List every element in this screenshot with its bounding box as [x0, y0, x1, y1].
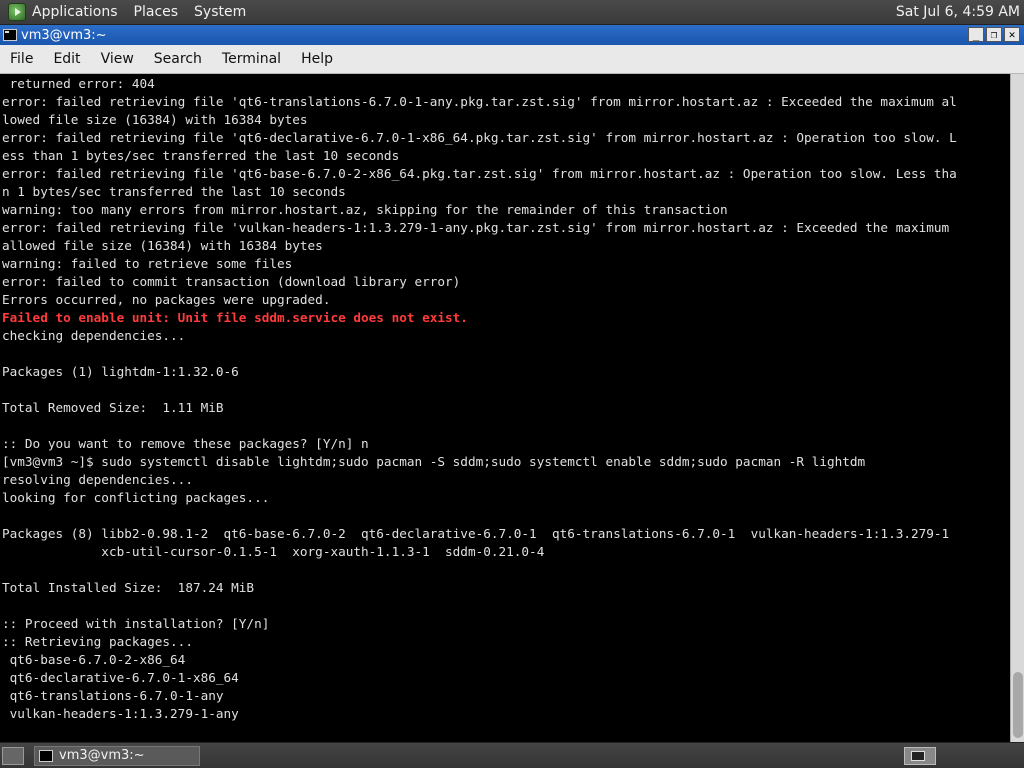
terminal-output[interactable]: returned error: 404 error: failed retriev…: [0, 74, 1010, 742]
terminal-line: error: failed retrieving file 'qt6-decla…: [2, 130, 957, 145]
terminal-line: allowed file size (16384) with 16384 byt…: [2, 238, 323, 253]
window-controls: _ ❐ ✕: [968, 27, 1020, 42]
window-titlebar[interactable]: vm3@vm3:~ _ ❐ ✕: [0, 25, 1024, 45]
menu-file[interactable]: File: [0, 51, 43, 67]
terminal-icon[interactable]: [3, 29, 17, 41]
terminal-line: Errors occurred, no packages were upgrad…: [2, 292, 331, 307]
terminal-line: qt6-base-6.7.0-2-x86_64: [2, 652, 186, 667]
terminal-scrollbar[interactable]: [1010, 74, 1024, 742]
menu-edit[interactable]: Edit: [43, 51, 90, 67]
applications-logo-icon[interactable]: [8, 3, 26, 21]
workspace-window-icon: [911, 751, 925, 761]
scrollbar-thumb[interactable]: [1013, 672, 1023, 738]
terminal-line: Packages (1) lightdm-1:1.32.0-6: [2, 364, 239, 379]
terminal-line: :: Do you want to remove these packages?…: [2, 436, 369, 451]
clock[interactable]: Sat Jul 6, 4:59 AM: [896, 4, 1020, 20]
terminal-line: resolving dependencies...: [2, 472, 193, 487]
terminal-line: ess than 1 bytes/sec transferred the las…: [2, 148, 400, 163]
terminal-line: xcb-util-cursor-0.1.5-1 xorg-xauth-1.1.3…: [2, 544, 545, 559]
taskbar-window-label: vm3@vm3:~: [59, 748, 145, 763]
terminal-line: Total Removed Size: 1.11 MiB: [2, 400, 224, 415]
terminal-line: error: failed retrieving file 'qt6-base-…: [2, 166, 957, 181]
top-panel: Applications Places System Sat Jul 6, 4:…: [0, 0, 1024, 25]
terminal-line: checking dependencies...: [2, 328, 186, 343]
terminal-line: qt6-translations-6.7.0-1-any: [2, 688, 224, 703]
terminal-line: [vm3@vm3 ~]$ sudo systemctl disable ligh…: [2, 454, 866, 469]
terminal-line: lowed file size (16384) with 16384 bytes: [2, 112, 308, 127]
menu-places[interactable]: Places: [134, 4, 179, 20]
taskbar-window-button[interactable]: vm3@vm3:~: [34, 745, 200, 766]
terminal-error-line: Failed to enable unit: Unit file sddm.se…: [2, 310, 468, 325]
bottom-panel: vm3@vm3:~: [0, 742, 1024, 768]
menu-view[interactable]: View: [91, 51, 144, 67]
terminal-line: returned error: 404: [2, 76, 155, 91]
menu-applications[interactable]: Applications: [32, 4, 118, 20]
terminal-line: looking for conflicting packages...: [2, 490, 270, 505]
terminal-line: qt6-declarative-6.7.0-1-x86_64: [2, 670, 239, 685]
terminal-line: warning: too many errors from mirror.hos…: [2, 202, 728, 217]
menubar: File Edit View Search Terminal Help: [0, 45, 1024, 74]
terminal-icon: [39, 749, 53, 762]
minimize-button[interactable]: _: [968, 27, 984, 42]
close-button[interactable]: ✕: [1004, 27, 1020, 42]
workspace-switcher[interactable]: [904, 747, 936, 765]
terminal-line: :: Proceed with installation? [Y/n]: [2, 616, 270, 631]
maximize-button[interactable]: ❐: [986, 27, 1002, 42]
terminal-line: n 1 bytes/sec transferred the last 10 se…: [2, 184, 346, 199]
show-desktop-icon[interactable]: [2, 746, 24, 765]
terminal-line: Packages (8) libb2-0.98.1-2 qt6-base-6.7…: [2, 526, 950, 541]
menu-help[interactable]: Help: [291, 51, 343, 67]
terminal-line: vulkan-headers-1:1.3.279-1-any: [2, 706, 239, 721]
window-title: vm3@vm3:~: [21, 27, 107, 43]
terminal-line: error: failed to commit transaction (dow…: [2, 274, 461, 289]
terminal-line: error: failed retrieving file 'qt6-trans…: [2, 94, 957, 109]
terminal-line: :: Retrieving packages...: [2, 634, 193, 649]
menu-terminal[interactable]: Terminal: [212, 51, 291, 67]
terminal-line: error: failed retrieving file 'vulkan-he…: [2, 220, 950, 235]
menu-search[interactable]: Search: [144, 51, 212, 67]
terminal-line: Total Installed Size: 187.24 MiB: [2, 580, 255, 595]
terminal-line: warning: failed to retrieve some files: [2, 256, 293, 271]
menu-system[interactable]: System: [194, 4, 246, 20]
